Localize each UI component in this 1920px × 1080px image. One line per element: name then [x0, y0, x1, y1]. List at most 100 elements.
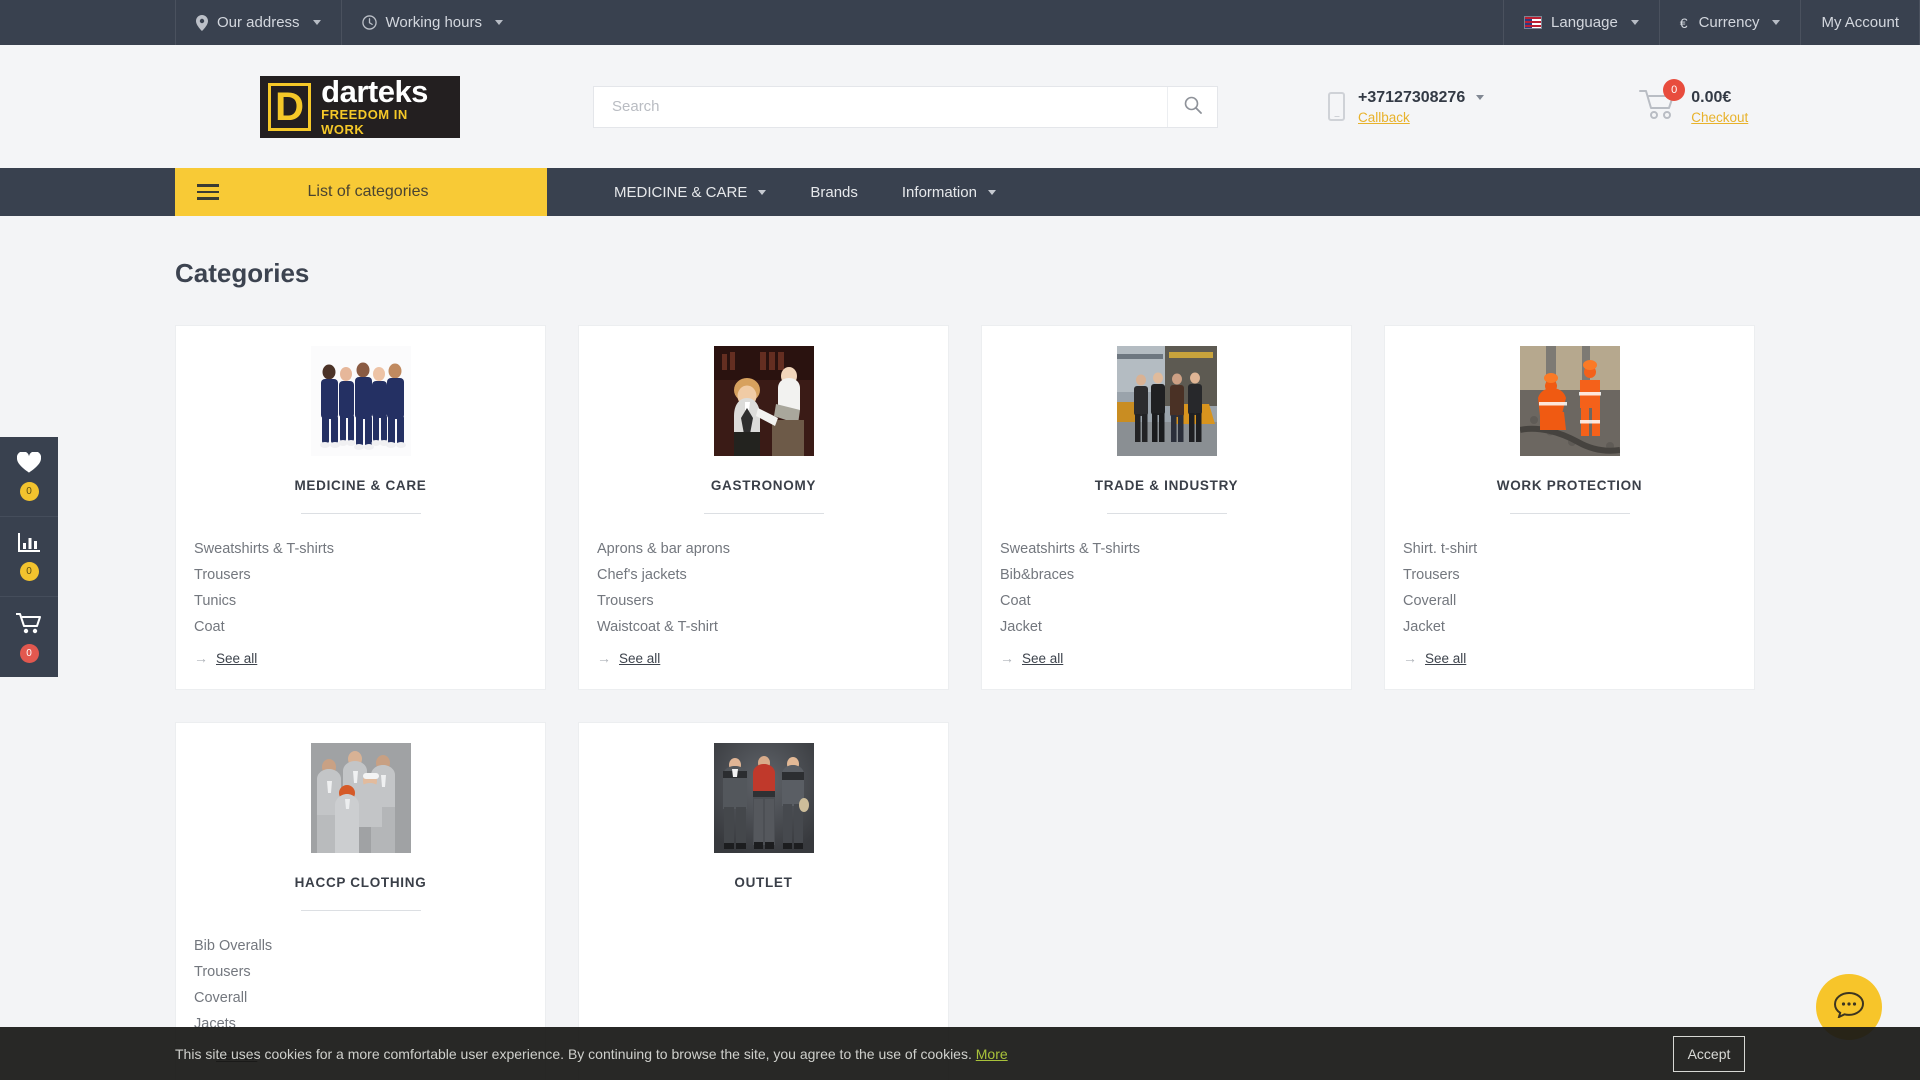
side-wishlist-button[interactable]: 0 — [0, 437, 58, 517]
cart-block[interactable]: 0 0.00€ Checkout — [1639, 79, 1748, 125]
cart-text-group: 0.00€ Checkout — [1691, 89, 1748, 125]
compare-count-badge: 0 — [19, 562, 39, 581]
subcategory-item[interactable]: Sweatshirts & T-shirts — [194, 536, 527, 562]
phone-number-label: +37127308276 — [1358, 88, 1466, 106]
card-divider — [300, 910, 421, 911]
location-pin-icon — [196, 14, 208, 31]
euro-icon: € — [1679, 14, 1688, 31]
topbar-left-group: Our address Working hours — [175, 0, 523, 45]
category-image — [310, 743, 411, 853]
category-title: OUTLET — [734, 875, 793, 890]
subcategory-item[interactable]: Bib&braces — [1000, 562, 1333, 588]
currency-selector[interactable]: € Currency — [1658, 0, 1801, 45]
page-title: Categories — [175, 258, 310, 288]
arrow-right-icon: → — [194, 650, 208, 666]
nav-item-label: Brands — [810, 183, 858, 201]
page-content: Categories MEDICINE & CARE Sweatshirts &… — [0, 258, 1920, 1080]
search-submit-button[interactable] — [1167, 86, 1217, 127]
subcategory-item[interactable]: Trousers — [597, 588, 930, 614]
subcategory-item[interactable]: Jacket — [1403, 614, 1736, 640]
cookie-more-link[interactable]: More — [976, 1046, 1008, 1062]
category-card-medicine-and-care[interactable]: MEDICINE & CARE Sweatshirts & T-shirts T… — [175, 325, 546, 690]
category-title: MEDICINE & CARE — [294, 478, 427, 493]
subcategory-item[interactable]: Sweatshirts & T-shirts — [1000, 536, 1333, 562]
logo-text-group: darteks FREEDOM IN WORK — [321, 76, 452, 137]
category-card-trade-and-industry[interactable]: TRADE & INDUSTRY Sweatshirts & T-shirts … — [981, 325, 1352, 690]
main-navigation-bar: List of categories MEDICINE & CARE Brand… — [0, 168, 1920, 216]
subcategory-item[interactable]: Trousers — [194, 562, 527, 588]
nav-item-medicine-and-care[interactable]: MEDICINE & CARE — [592, 168, 788, 216]
chevron-down-icon — [1476, 95, 1485, 100]
see-all-link[interactable]: → See all — [1403, 650, 1736, 666]
wishlist-count-badge: 0 — [19, 482, 39, 501]
subcategory-item[interactable]: Trousers — [194, 959, 527, 985]
cookie-accept-button[interactable]: Accept — [1673, 1035, 1745, 1072]
subcategory-item[interactable]: Coverall — [194, 985, 527, 1011]
cookie-message: This site uses cookies for a more comfor… — [175, 1045, 972, 1062]
subcategory-item[interactable]: Coat — [1000, 588, 1333, 614]
subcategory-list: Sweatshirts & T-shirts Trousers Tunics C… — [194, 536, 527, 640]
our-address-menu[interactable]: Our address — [175, 0, 341, 45]
cart-total-amount: 0.00€ — [1691, 88, 1732, 106]
subcategory-item[interactable]: Bib Overalls — [194, 933, 527, 959]
site-logo[interactable]: D darteks FREEDOM IN WORK — [260, 75, 460, 138]
category-title: WORK PROTECTION — [1496, 478, 1643, 493]
subcategory-item[interactable]: Coat — [194, 614, 527, 640]
logo-brand-name: darteks — [321, 74, 428, 109]
topbar-right-group: Language € Currency My Account — [1503, 0, 1920, 45]
my-account-label: My Account — [1821, 14, 1899, 31]
card-divider — [1106, 513, 1227, 514]
my-account-link[interactable]: My Account — [1800, 0, 1920, 45]
side-compare-button[interactable]: 0 — [0, 517, 58, 597]
logo-mark: D — [268, 82, 312, 131]
subcategory-item[interactable]: Waistcoat & T-shirt — [597, 614, 930, 640]
shopping-cart-icon — [1639, 90, 1677, 124]
callback-link[interactable]: Callback — [1358, 110, 1484, 125]
see-all-label: See all — [619, 650, 661, 666]
mobile-phone-icon — [1328, 92, 1345, 121]
language-label: Language — [1551, 14, 1618, 31]
checkout-link[interactable]: Checkout — [1691, 110, 1748, 125]
see-all-link[interactable]: → See all — [194, 650, 527, 666]
category-image — [310, 346, 411, 456]
subcategory-list: Shirt. t-shirt Trousers Coverall Jacket — [1403, 536, 1736, 640]
search-icon — [1184, 96, 1202, 117]
nav-item-information[interactable]: Information — [880, 168, 1018, 216]
category-card-work-protection[interactable]: WORK PROTECTION Shirt. t-shirt Trousers … — [1384, 325, 1755, 690]
chevron-down-icon — [1772, 20, 1781, 25]
subcategory-item[interactable]: Aprons & bar aprons — [597, 536, 930, 562]
subcategory-item[interactable]: Coverall — [1403, 588, 1736, 614]
subcategory-item[interactable]: Jacket — [1000, 614, 1333, 640]
category-image — [1116, 346, 1217, 456]
see-all-link[interactable]: → See all — [597, 650, 930, 666]
currency-label: Currency — [1698, 14, 1760, 31]
nav-item-brands[interactable]: Brands — [788, 168, 880, 216]
categories-grid: MEDICINE & CARE Sweatshirts & T-shirts T… — [175, 325, 1755, 1080]
chevron-down-icon — [312, 20, 321, 25]
phone-text-group: +37127308276 Callback — [1358, 88, 1485, 125]
phone-number-dropdown[interactable]: +37127308276 — [1358, 88, 1485, 107]
list-of-categories-button[interactable]: List of categories — [175, 168, 547, 216]
see-all-link[interactable]: → See all — [1000, 650, 1333, 666]
logo-tagline: FREEDOM IN WORK — [321, 107, 408, 137]
cart-count-badge: 0 — [1663, 79, 1686, 101]
language-selector[interactable]: Language — [1503, 0, 1659, 45]
subcategory-item[interactable]: Tunics — [194, 588, 527, 614]
subcategory-list: Bib Overalls Trousers Coverall Jacets — [194, 933, 527, 1037]
our-address-label: Our address — [217, 14, 300, 31]
category-image — [713, 346, 814, 456]
chevron-down-icon — [494, 20, 503, 25]
contact-phone-block: +37127308276 Callback — [1328, 88, 1485, 125]
chevron-down-icon — [987, 189, 996, 195]
search-input[interactable] — [594, 86, 1167, 127]
subcategory-item[interactable]: Chef's jackets — [597, 562, 930, 588]
cart-count-badge: 0 — [19, 643, 39, 663]
cart-icon-wrapper: 0 — [1639, 79, 1686, 125]
side-cart-button[interactable]: 0 — [0, 597, 58, 677]
subcategory-item[interactable]: Trousers — [1403, 562, 1736, 588]
working-hours-menu[interactable]: Working hours — [340, 0, 523, 45]
category-title: TRADE & INDUSTRY — [1094, 478, 1239, 493]
subcategory-item[interactable]: Shirt. t-shirt — [1403, 536, 1736, 562]
nav-item-label: MEDICINE & CARE — [614, 183, 748, 201]
category-card-gastronomy[interactable]: GASTRONOMY Aprons & bar aprons Chef's ja… — [578, 325, 949, 690]
